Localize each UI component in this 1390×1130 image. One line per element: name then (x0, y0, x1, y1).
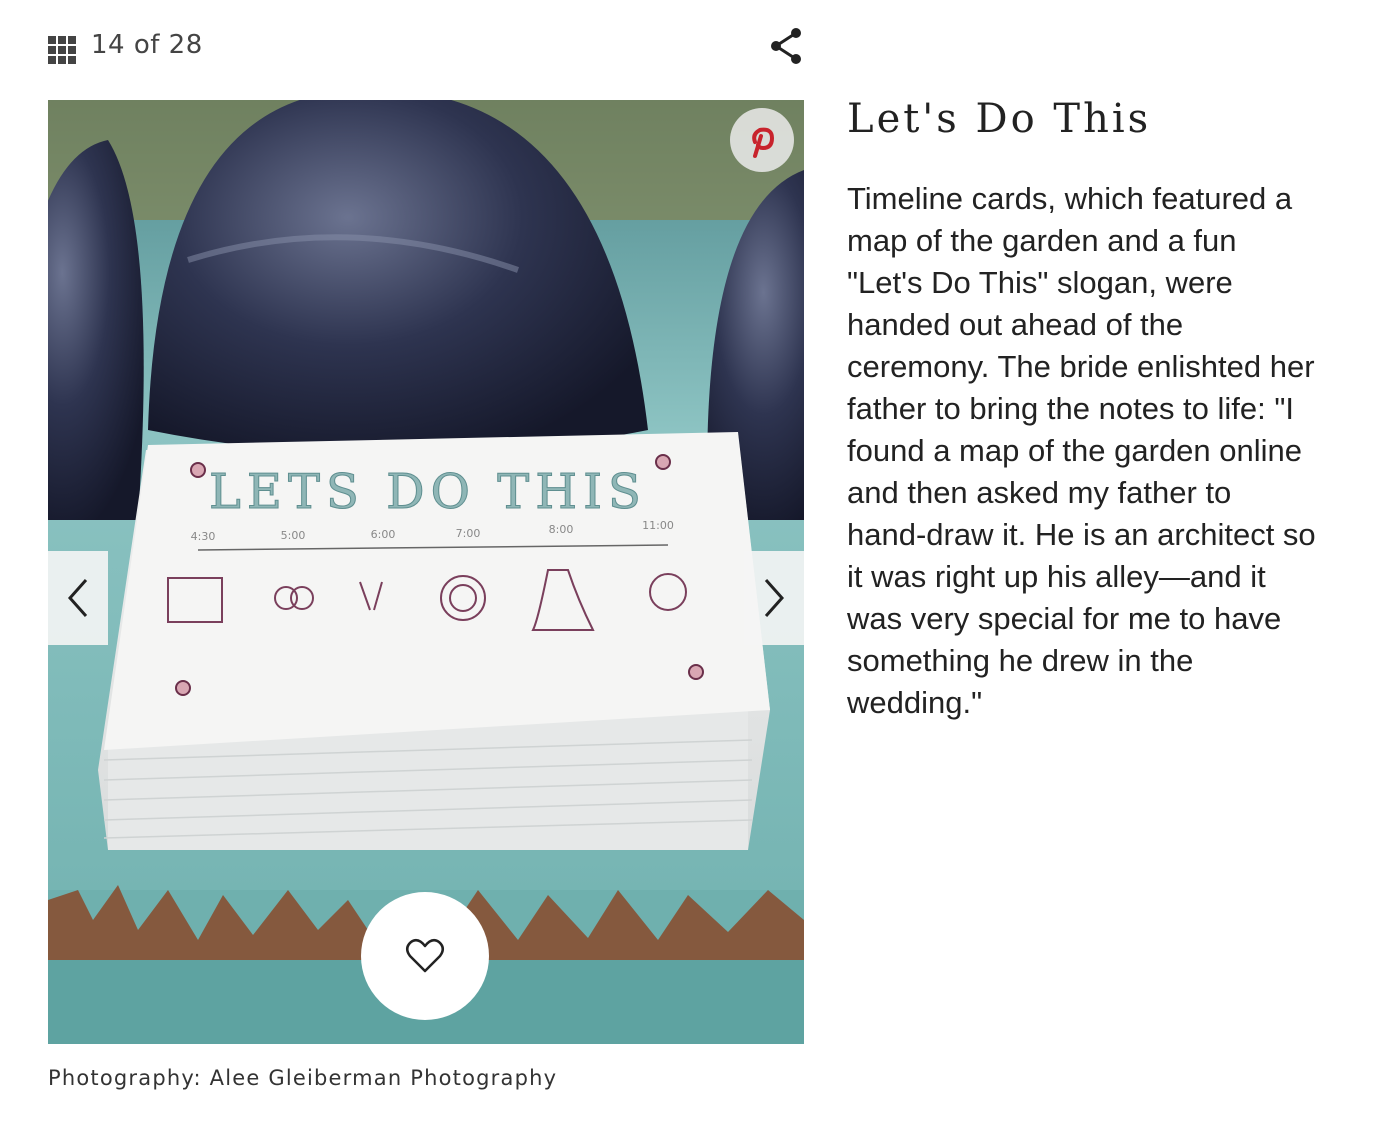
card-time: 6:00 (371, 528, 396, 541)
card-time: 11:00 (642, 519, 674, 532)
gallery-photo: LETS DO THIS 4:30 5:00 6:00 7:00 8:00 11… (48, 100, 804, 1044)
chevron-left-icon (67, 579, 88, 617)
previous-button[interactable] (48, 551, 108, 645)
card-time: 8:00 (549, 523, 574, 536)
pinterest-icon (752, 127, 775, 158)
favorite-button[interactable] (361, 892, 489, 1020)
gallery-toolbar: 14 of 28 (48, 24, 804, 70)
slide-counter: 14 of 28 (91, 30, 203, 60)
next-button[interactable] (744, 551, 804, 645)
card-time: 4:30 (191, 530, 216, 543)
card-title: LETS DO THIS (209, 464, 647, 520)
share-button[interactable] (766, 24, 806, 68)
share-icon (771, 28, 801, 64)
photo-credit: Photography: Alee Gleiberman Photography (48, 1066, 558, 1090)
pinterest-button[interactable] (730, 108, 794, 172)
grid-icon (48, 36, 76, 64)
grid-view-button[interactable] (48, 34, 80, 66)
heart-icon (406, 938, 444, 973)
card-time: 5:00 (281, 529, 306, 542)
chevron-right-icon (764, 579, 785, 617)
slide-title: Let's Do This (847, 96, 1152, 142)
slide-description: Timeline cards, which featured a map of … (847, 181, 1316, 720)
card-time: 7:00 (456, 527, 481, 540)
